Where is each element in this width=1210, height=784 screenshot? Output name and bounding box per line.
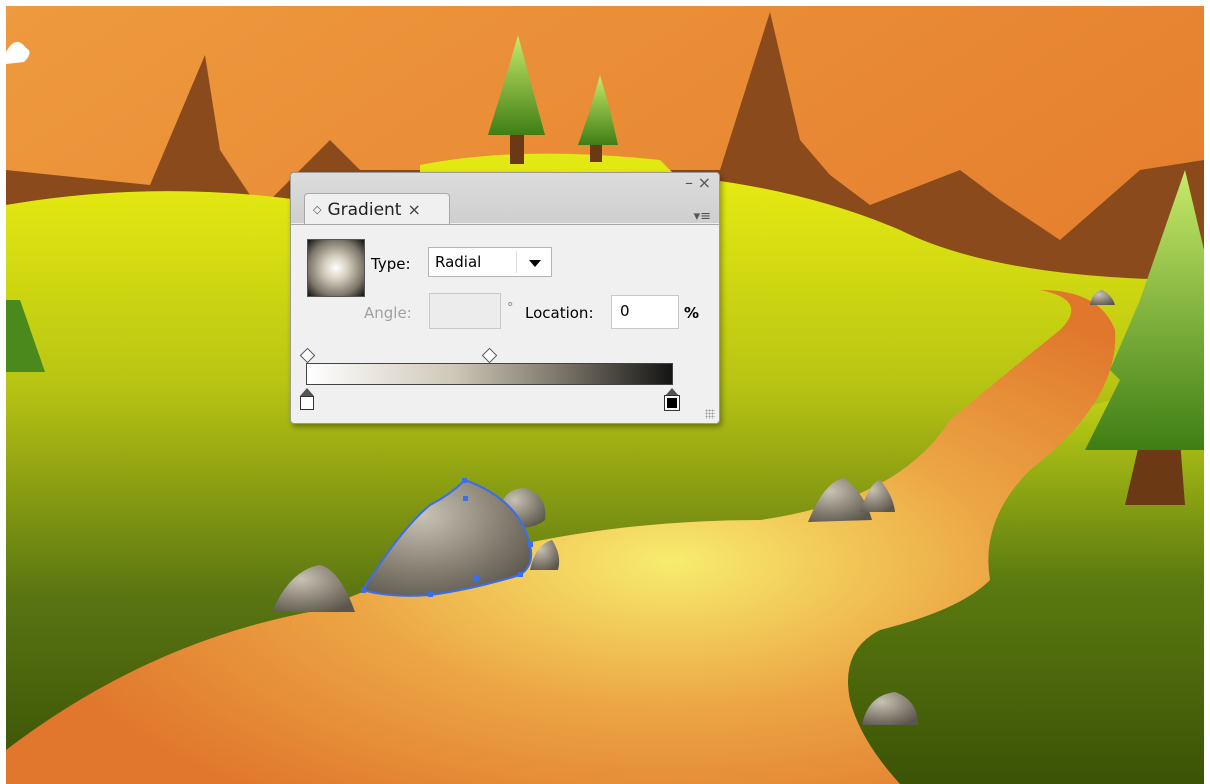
tab-gradient[interactable]: ◇ Gradient × [304, 193, 450, 225]
percent-symbol: % [684, 304, 700, 322]
minimize-button[interactable]: – [685, 175, 693, 191]
tab-close-icon[interactable]: × [407, 200, 420, 219]
type-label: Type: [371, 255, 411, 273]
chevron-down-icon[interactable] [529, 260, 541, 267]
updown-icon[interactable]: ◇ [313, 203, 321, 216]
stop-pointer [300, 388, 314, 396]
dropdown-separator [516, 251, 517, 273]
location-label: Location: [525, 304, 594, 322]
type-dropdown[interactable]: Radial [428, 247, 552, 277]
degree-symbol: ° [507, 301, 514, 316]
resize-grip-icon[interactable] [705, 409, 715, 419]
panel-menu-button[interactable]: ▾≡ [694, 209, 711, 224]
tab-gradient-label: Gradient [327, 199, 402, 220]
location-field[interactable]: 0 [611, 295, 679, 329]
gradient-ramp-slider[interactable] [306, 363, 673, 385]
gradient-stop-black-icon[interactable] [664, 388, 680, 411]
gradient-panel: – × ◇ Gradient × ▾≡ Type: Radial Angle: … [290, 172, 720, 424]
angle-field[interactable] [429, 293, 501, 329]
stop-swatch [300, 396, 314, 410]
close-panel-button[interactable]: × [698, 175, 711, 191]
stop-swatch [664, 395, 680, 411]
angle-label: Angle: [364, 304, 412, 322]
type-value: Radial [435, 253, 482, 271]
gradient-thumbnail-icon[interactable] [307, 239, 365, 297]
stop-pointer [665, 388, 679, 396]
gradient-stop-white-icon[interactable] [300, 388, 314, 410]
